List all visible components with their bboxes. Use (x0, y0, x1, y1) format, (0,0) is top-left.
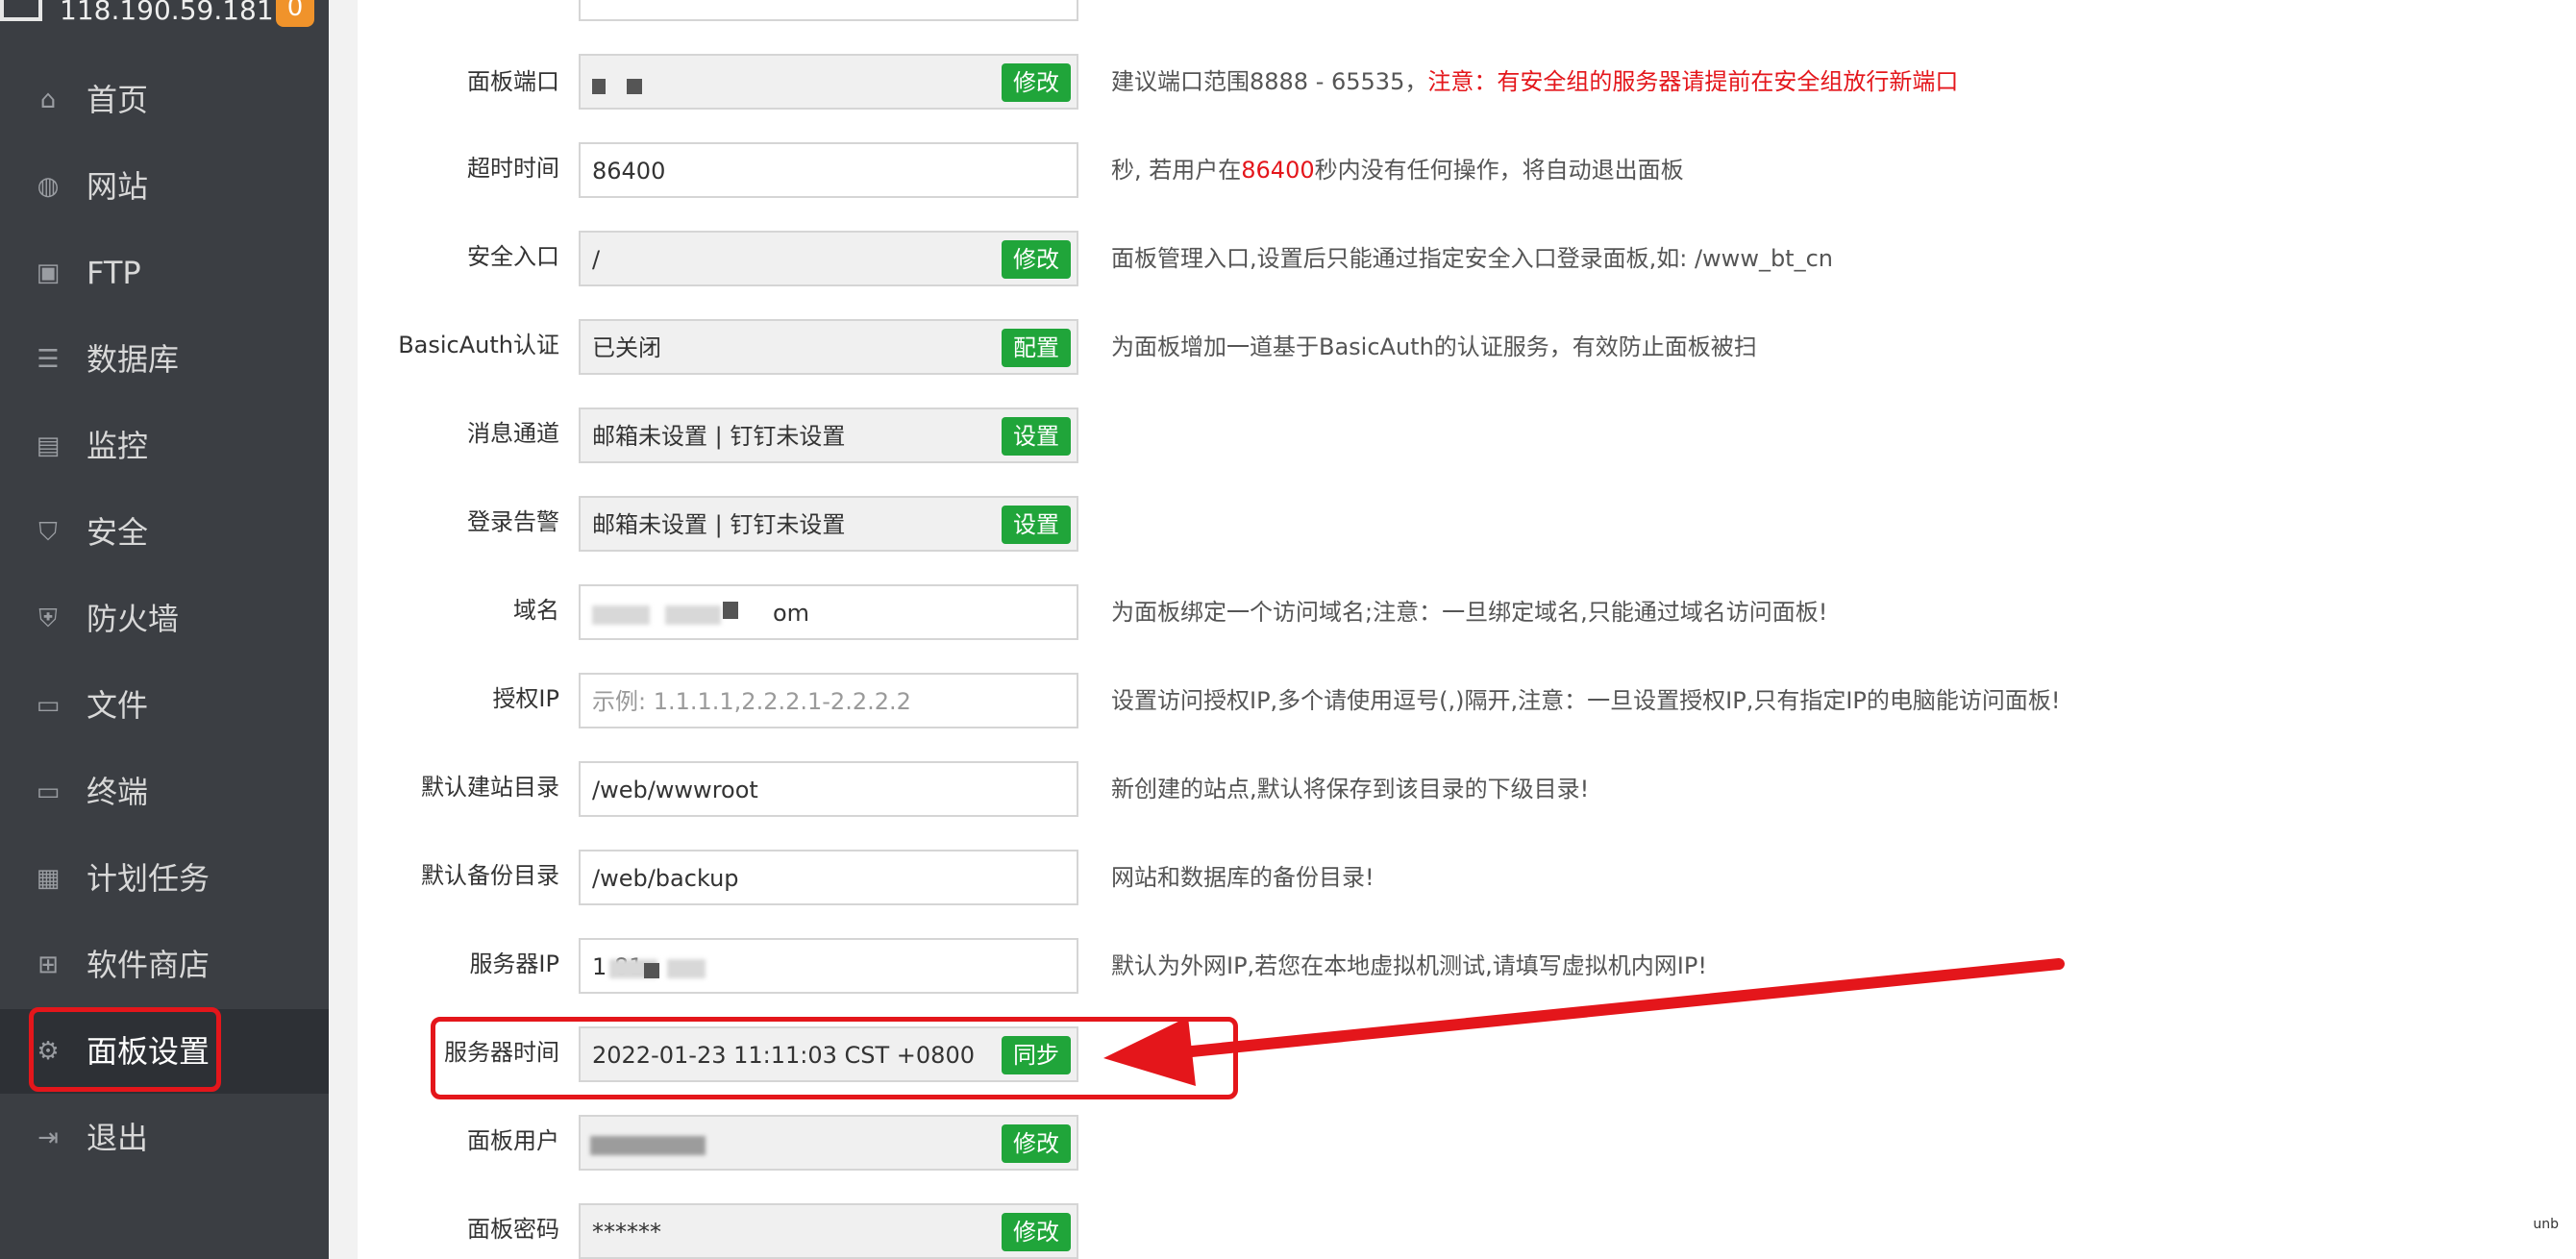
watermark: unb (2533, 1217, 2559, 1232)
label-panel-password: 面板密码 (467, 1216, 559, 1243)
annotation-arrow (1103, 958, 2065, 1086)
panel-user-field[interactable]: 修改 (579, 1115, 1078, 1171)
panel-password-value: ****** (592, 1219, 661, 1246)
panel-user-edit-button[interactable]: 修改 (1002, 1124, 1071, 1163)
panel-password-field[interactable]: ****** 修改 (579, 1203, 1078, 1259)
label-panel-user: 面板用户 (467, 1127, 559, 1154)
panel-password-edit-button[interactable]: 修改 (1002, 1213, 1071, 1251)
